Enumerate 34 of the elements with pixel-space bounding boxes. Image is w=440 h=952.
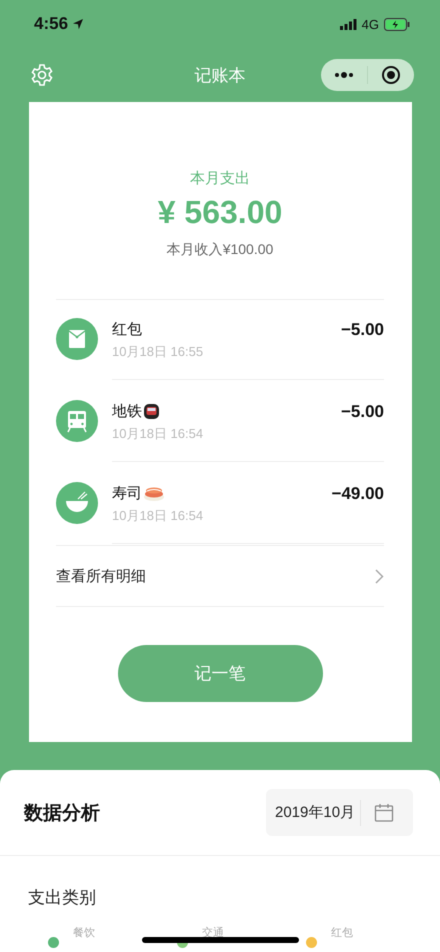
analysis-title: 数据分析 [24, 802, 100, 826]
more-icon[interactable] [334, 72, 354, 78]
record-amount: −49.00 [332, 484, 384, 504]
clock-time: 4:56 [34, 14, 68, 34]
month-picker[interactable]: 2019年10月 [266, 789, 413, 836]
income-text: 本月收入¥100.00 [166, 241, 274, 259]
legend-label: 红包 [331, 926, 353, 940]
location-arrow-icon [72, 18, 84, 30]
record-time: 10月18日 16:54 [112, 507, 204, 525]
record-title: 寿司 [112, 484, 142, 503]
section-title: 支出类别 [27, 887, 97, 909]
record-amount: −5.00 [340, 402, 384, 422]
metro-emoji-icon [143, 403, 160, 420]
record-time: 10月18日 16:54 [112, 425, 204, 443]
legend-label: 餐饮 [73, 926, 95, 940]
page-title: 记账本 [194, 64, 246, 86]
calendar-icon [374, 802, 394, 822]
sushi-emoji-icon [143, 485, 165, 502]
signal-icon [340, 18, 357, 30]
train-icon [56, 400, 98, 442]
bowl-icon [56, 482, 98, 524]
settings-icon[interactable] [30, 63, 54, 87]
expense-label: 本月支出 [189, 169, 251, 188]
record-time: 10月18日 16:55 [112, 343, 204, 361]
record-title: 红包 [112, 320, 142, 339]
record-amount: −5.00 [340, 320, 384, 340]
view-all-text: 查看所有明细 [56, 566, 146, 586]
chevron-right-icon [375, 568, 384, 584]
battery-charging-icon [384, 18, 410, 30]
record-title: 地铁 [112, 402, 142, 421]
envelope-icon [56, 318, 98, 360]
network-label: 4G [362, 16, 379, 32]
view-all-link[interactable]: 查看所有明细 [56, 545, 384, 607]
expense-amount: ¥ 563.00 [156, 194, 284, 231]
